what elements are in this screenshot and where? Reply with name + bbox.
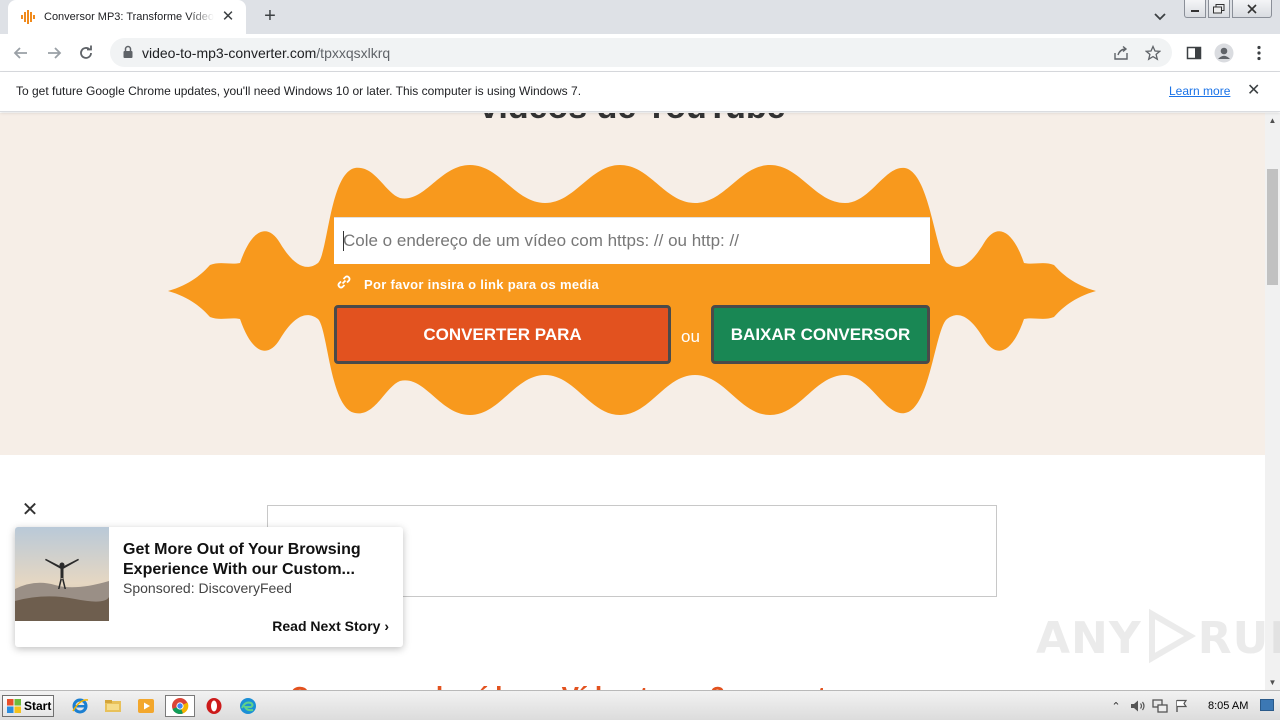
show-hidden-icons-icon[interactable]: ⌃ (1108, 698, 1124, 714)
more-menu-icon[interactable] (1249, 43, 1269, 63)
scroll-up-arrow-icon[interactable]: ▲ (1265, 113, 1280, 128)
watermark-text-left: ANY (1036, 613, 1142, 664)
text-caret (343, 231, 344, 251)
tab-strip: Conversor MP3: Transforme Vídeos de YouT… (0, 0, 1280, 34)
vertical-scrollbar[interactable]: ▲ ▼ (1265, 113, 1280, 690)
start-button[interactable]: Start (2, 695, 54, 717)
file-explorer-icon[interactable] (101, 695, 125, 717)
show-desktop-button[interactable] (1260, 699, 1274, 711)
scroll-down-arrow-icon[interactable]: ▼ (1265, 675, 1280, 690)
anyrun-watermark: ANY RUN (1036, 608, 1280, 669)
input-hint: Por favor insira o link para os media (334, 273, 599, 295)
link-icon (334, 272, 354, 297)
side-panel-icon[interactable] (1184, 43, 1204, 63)
bookmark-star-icon[interactable] (1144, 44, 1162, 62)
close-infobar-icon[interactable]: ✕ (1247, 83, 1260, 99)
hint-text: Por favor insira o link para os media (364, 276, 600, 292)
edge-icon[interactable] (236, 695, 260, 717)
windows-logo-icon (6, 698, 22, 714)
story-source: Sponsored: DiscoveryFeed (123, 580, 292, 596)
or-label: ou (681, 327, 700, 346)
sponsored-story-card[interactable]: Get More Out of Your Browsing Experience… (15, 527, 403, 647)
play-logo-icon (1142, 608, 1198, 669)
internet-explorer-icon[interactable] (68, 695, 92, 717)
audio-wave-icon (20, 9, 36, 25)
learn-more-link[interactable]: Learn more (1169, 84, 1230, 98)
action-center-flag-icon[interactable] (1174, 698, 1190, 714)
opera-icon[interactable] (202, 695, 226, 717)
share-icon[interactable] (1112, 44, 1130, 62)
lock-icon[interactable] (122, 45, 134, 64)
video-url-input[interactable] (334, 217, 930, 264)
minimize-window-button[interactable] (1184, 0, 1206, 18)
chevron-down-icon[interactable] (1150, 8, 1170, 26)
watermark-text-right: RUN (1197, 613, 1280, 664)
section-heading: Conversor de vídeo e Vídeo to mp3 conver… (290, 681, 851, 690)
url-path: /tpxxqsxlkrq (316, 45, 391, 61)
read-next-story-link[interactable]: Read Next Story › (272, 618, 389, 634)
system-tray: ⌃ (1108, 697, 1196, 715)
story-thumbnail[interactable] (15, 527, 109, 621)
url-host: video-to-mp3-converter.com (142, 45, 317, 61)
network-icon[interactable] (1152, 698, 1168, 714)
forward-arrow-icon[interactable] (41, 40, 67, 66)
close-ad-icon[interactable]: ✕ (20, 500, 40, 520)
address-bar[interactable]: video-to-mp3-converter.com/tpxxqsxlkrq (110, 38, 1172, 67)
start-label: Start (24, 699, 52, 713)
media-player-icon[interactable] (134, 695, 158, 717)
close-tab-icon[interactable]: ✕ (220, 9, 236, 25)
profile-avatar-icon[interactable] (1214, 43, 1234, 63)
download-converter-button[interactable]: BAIXAR CONVERSOR (711, 305, 930, 364)
close-window-button[interactable] (1232, 0, 1272, 18)
restore-window-button[interactable] (1208, 0, 1230, 18)
orange-wave-shape (168, 165, 1096, 415)
chevron-right-icon: › (384, 618, 389, 634)
back-arrow-icon[interactable] (8, 40, 34, 66)
windows-taskbar: Start ⌃ 8:05 AM (0, 690, 1280, 720)
tab-title: Conversor MP3: Transforme Vídeos de YouT… (44, 11, 214, 23)
volume-icon[interactable] (1130, 698, 1146, 714)
convert-button[interactable]: CONVERTER PARA (334, 305, 671, 364)
chrome-taskbar-icon[interactable] (165, 695, 195, 717)
new-tab-button[interactable]: + (258, 5, 282, 29)
infobar-message: To get future Google Chrome updates, you… (16, 84, 582, 98)
browser-tab[interactable]: Conversor MP3: Transforme Vídeos de YouT… (8, 0, 246, 34)
reload-icon[interactable] (73, 40, 99, 66)
story-headline[interactable]: Get More Out of Your Browsing Experience… (123, 540, 391, 580)
scrollbar-thumb[interactable] (1267, 169, 1278, 285)
update-infobar: To get future Google Chrome updates, you… (0, 72, 1280, 112)
read-next-story-label: Read Next Story (272, 618, 381, 634)
hero-section: vídeos de YouTube Por favor insira o lin… (0, 113, 1265, 455)
browser-toolbar: video-to-mp3-converter.com/tpxxqsxlkrq (0, 34, 1280, 72)
url-text: video-to-mp3-converter.com/tpxxqsxlkrq (142, 45, 390, 61)
taskbar-clock[interactable]: 8:05 AM (1208, 700, 1248, 712)
